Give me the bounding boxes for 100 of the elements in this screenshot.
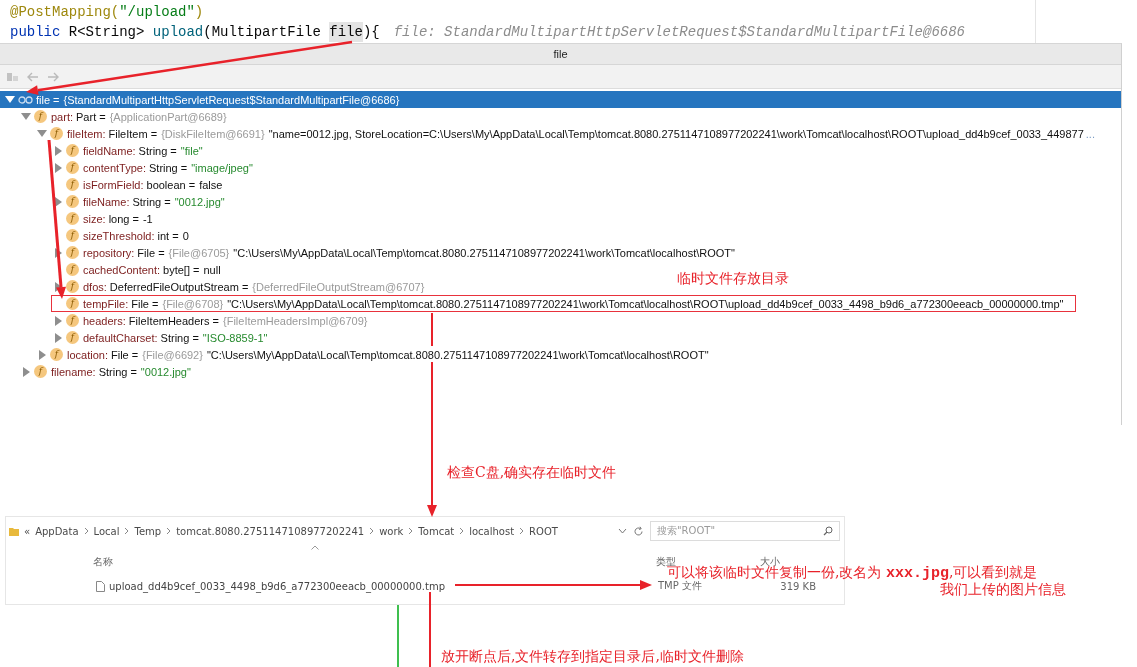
field-type: byte[] = (163, 263, 200, 276)
highlighted-code: file (329, 22, 363, 42)
field-icon: f (66, 229, 79, 242)
tree-row[interactable]: f cachedContent: byte[] = null (0, 261, 234, 278)
tree-row[interactable]: f fieldName: String = "file" (0, 142, 216, 159)
expand-arrow-icon[interactable] (54, 145, 62, 156)
column-header[interactable]: 名称 (93, 556, 113, 567)
chevron-icon[interactable] (83, 527, 89, 535)
field-name: fileItem: (67, 127, 106, 140)
breadcrumb-item[interactable]: work (379, 525, 404, 537)
expand-arrow-icon[interactable] (38, 349, 46, 360)
expand-arrow-icon[interactable] (54, 162, 62, 173)
file-name[interactable]: upload_dd4b9cef_0033_4498_b9d6_a772300eeacb_00000000.tmp (109, 580, 445, 592)
collapse-arrow-icon[interactable] (21, 112, 31, 121)
column-header[interactable]: 类型 (656, 556, 676, 567)
field-name: isFormField: (83, 178, 144, 191)
field-name: defaultCharset: (83, 331, 158, 344)
tree-row[interactable]: f location: File = {File@6692} "C:\Users\My\AppData\Local\Temp\tomcat.8080.2751147108977202241\work\Tomcat\localhost\ROOT" (0, 346, 722, 363)
column-header[interactable]: 大小 (760, 556, 780, 567)
field-icon: f (66, 314, 79, 327)
connector-line (397, 604, 399, 667)
field-type: Part = (76, 110, 106, 123)
tree-row[interactable]: f fileItem: FileItem = {DiskFileItem@6691} "name=0012.jpg, StoreLocation=C:\Users\My\AppData\Local\Temp\tomcat.8080.2751147108977202241\work\Tomcat\localhost\ROOT\upload_dd4b9cef_0033_449877 ... (0, 125, 1108, 142)
tree-row[interactable]: f headers: FileItemHeaders = {FileItemHeadersImpl@6709} (0, 312, 385, 329)
field-value: "C:\Users\My\AppData\Local\Temp\tomcat.8080.2751147108977202241\work\Tomcat\localhost\ROOT" (233, 246, 735, 259)
breadcrumb-item[interactable]: AppData (35, 525, 79, 537)
field-type: FileItem = (108, 127, 158, 140)
tree-row[interactable]: f repository: File = {File@6705} "C:\Users\My\AppData\Local\Temp\tomcat.8080.2751147108977202241\work\Tomcat\localhost\ROOT" (0, 244, 748, 261)
field-name: filename: (51, 365, 96, 378)
field-icon: f (50, 127, 63, 140)
field-type: File = (137, 246, 165, 259)
tree-row[interactable]: f contentType: String = "image/jpeg" (0, 159, 266, 176)
field-name: repository: (83, 246, 135, 259)
field-type: FileItemHeaders = (128, 314, 219, 327)
field-icon: f (66, 195, 79, 208)
tree-row[interactable]: f isFormField: boolean = false (0, 176, 236, 193)
code-token: ) (194, 3, 204, 22)
inline-value-hint: file: StandardMultipartHttpServletRequest$StandardMultipartFile@6686 (393, 23, 965, 42)
tree-row[interactable]: f size: long = -1 (0, 210, 166, 227)
collapse-arrow-icon[interactable] (37, 129, 47, 138)
breadcrumb-item[interactable]: ROOT (529, 525, 558, 537)
folder-icon (9, 526, 19, 536)
field-icon: f (34, 110, 47, 123)
chevron-icon[interactable] (408, 527, 414, 535)
breadcrumb-item[interactable]: Local (93, 525, 120, 537)
tree-row[interactable]: f filename: String = "0012.jpg" (0, 363, 204, 380)
field-name: cachedContent: (83, 263, 161, 276)
field-icon: f (50, 348, 63, 361)
chevron-icon[interactable] (369, 527, 375, 535)
collapse-arrow-icon[interactable] (5, 95, 15, 104)
field-value: "file" (180, 144, 203, 157)
code-token: (MultipartFile (203, 23, 322, 42)
field-name: part: (51, 110, 73, 123)
chevron-icon[interactable] (166, 527, 172, 535)
refresh-icon[interactable] (633, 525, 644, 537)
breadcrumb-item[interactable]: tomcat.8080.2751147108977202241 (176, 525, 365, 537)
object-reference: {DiskFileItem@6691} (161, 127, 265, 140)
breadcrumb-item[interactable]: Temp (134, 525, 162, 537)
file-icon (96, 580, 105, 592)
expand-arrow-icon[interactable] (22, 366, 30, 377)
field-icon: f (66, 246, 79, 259)
tree-row[interactable]: f part: Part = {ApplicationPart@6689} (0, 108, 244, 125)
field-icon: f (66, 178, 79, 191)
field-name: fileName: (83, 195, 130, 208)
expand-arrow-icon[interactable] (54, 247, 62, 258)
object-reference: {DeferredFileOutputStream@6707} (252, 280, 425, 293)
breadcrumb-item[interactable]: localhost (469, 525, 515, 537)
watch-glasses-icon (18, 95, 33, 104)
field-icon: f (34, 365, 47, 378)
field-type: String = (132, 195, 171, 208)
tree-row[interactable]: f fileName: String = "0012.jpg" (0, 193, 238, 210)
search-icon (823, 526, 833, 536)
expand-arrow-icon[interactable] (54, 315, 62, 326)
code-token: "/upload" (119, 3, 195, 22)
field-name: dfos: (83, 280, 107, 293)
field-value: "0012.jpg" (174, 195, 225, 208)
field-name: headers: (83, 314, 126, 327)
code-token: public (10, 23, 62, 42)
object-reference: {ApplicationPart@6689} (109, 110, 227, 123)
field-type: String = (149, 161, 188, 174)
tree-row[interactable]: f tempFile: File = {File@6708} "C:\Users\My\AppData\Local\Temp\tomcat.8080.2751147108977202241\work\Tomcat\localhost\ROOT\upload_dd4b9cef_0033_4498_b9d6_a772300eeacb_00000000.tmp" (0, 295, 1077, 312)
expand-arrow-icon[interactable] (54, 332, 62, 343)
tree-row[interactable]: file = {StandardMultipartHttpServletRequest$StandardMultipartFile@6686} (0, 91, 1121, 108)
file-type: TMP 文件 (657, 579, 703, 593)
field-type: File = (111, 348, 139, 361)
tree-row[interactable]: f sizeThreshold: int = 0 (0, 227, 202, 244)
path-overflow[interactable]: « (24, 525, 31, 537)
chevron-icon[interactable] (519, 527, 525, 535)
field-type: String = (98, 365, 137, 378)
chevron-icon[interactable] (124, 527, 130, 535)
file-size: 319 KB (779, 580, 816, 592)
tree-row[interactable]: f defaultCharset: String = "ISO-8859-1" (0, 329, 281, 346)
panel-title: file (553, 48, 568, 60)
field-name: tempFile: (83, 297, 129, 310)
field-value: "ISO-8859-1" (202, 331, 268, 344)
breadcrumb-item[interactable]: Tomcat (418, 525, 455, 537)
chevron-icon[interactable] (459, 527, 465, 535)
field-name: fieldName: (83, 144, 136, 157)
dropdown-caret-icon[interactable] (618, 528, 627, 534)
expand-arrow-icon[interactable] (54, 196, 62, 207)
